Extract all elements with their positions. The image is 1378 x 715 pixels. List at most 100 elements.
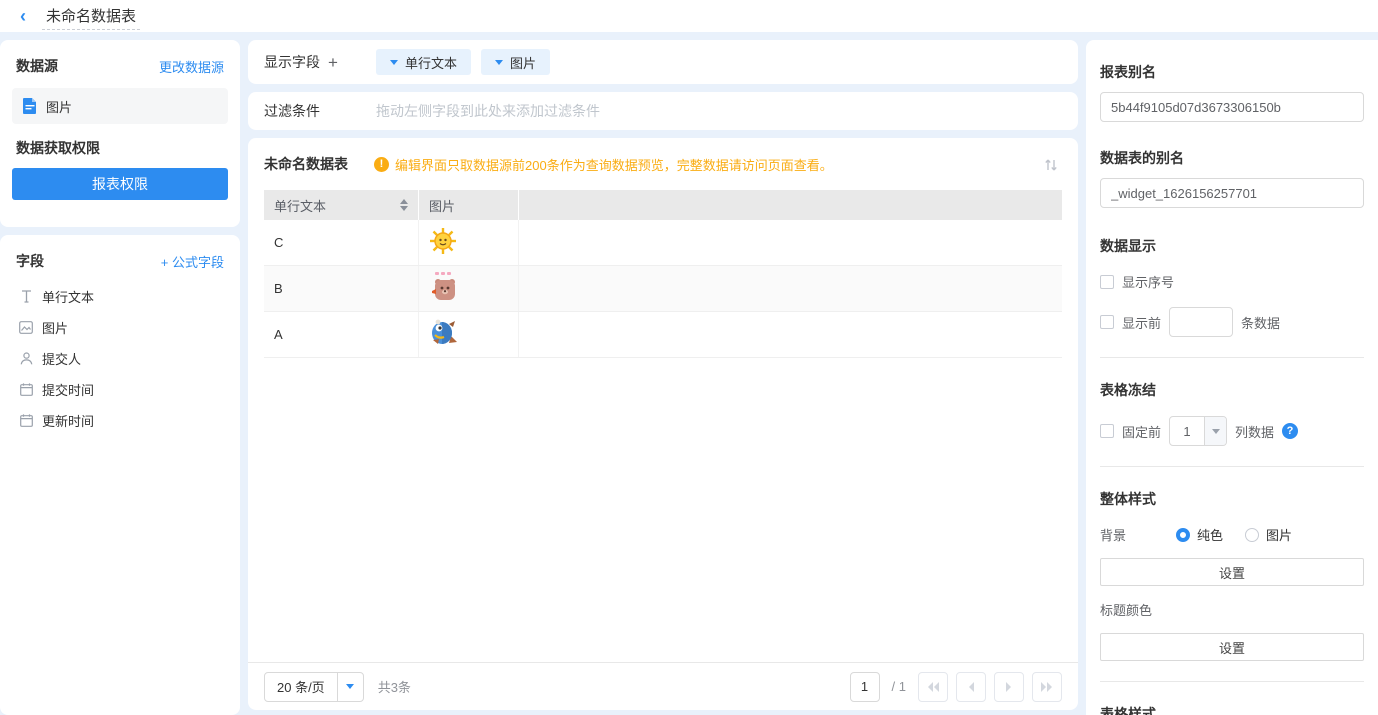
divider [1100, 466, 1364, 467]
settings-panel: 报表别名 数据表的别名 数据显示 显示序号 显示前 条数据 表格冻结 固定前 1… [1086, 40, 1378, 715]
column-header-label: 单行文本 [274, 196, 326, 215]
image-bg-radio[interactable] [1245, 528, 1259, 542]
change-datasource-link[interactable]: 更改数据源 [159, 57, 224, 76]
solid-color-radio[interactable] [1176, 528, 1190, 542]
field-item-label: 单行文本 [42, 287, 94, 306]
field-chip-text[interactable]: 单行文本 [376, 49, 471, 75]
filter-bar[interactable]: 过滤条件 拖动左侧字段到此处来添加过滤条件 [248, 92, 1078, 130]
table-alias-input[interactable] [1100, 178, 1364, 208]
text-icon [18, 289, 34, 305]
datasource-title: 数据源 [16, 56, 58, 76]
warning-text: 编辑界面只取数据源前200条作为查询数据预览，完整数据请访问页面查看。 [395, 155, 833, 174]
background-label: 背景 [1100, 525, 1176, 544]
datasource-item[interactable]: 图片 [12, 88, 228, 124]
chevron-down-icon [495, 60, 503, 65]
warning-icon: ! [374, 157, 389, 172]
first-page-button[interactable] [918, 672, 948, 702]
show-first-suffix: 条数据 [1241, 313, 1280, 332]
filter-placeholder: 拖动左侧字段到此处来添加过滤条件 [376, 101, 600, 121]
current-page-input[interactable]: 1 [850, 672, 880, 702]
image-bg-label: 图片 [1266, 525, 1292, 544]
table-style-title: 表格样式 [1100, 704, 1364, 715]
divider [1100, 357, 1364, 358]
plus-icon: + [161, 255, 169, 270]
field-item-label: 更新时间 [42, 411, 94, 430]
field-item-label: 提交时间 [42, 380, 94, 399]
show-index-label: 显示序号 [1122, 272, 1174, 291]
data-display-title: 数据显示 [1100, 236, 1364, 256]
field-chip-image[interactable]: 图片 [481, 49, 550, 75]
table-row[interactable]: C [264, 220, 1062, 266]
title-color-set-button[interactable]: 设置 [1100, 633, 1364, 661]
column-header-image[interactable]: 图片 [419, 190, 519, 220]
pagination-bar: 20 条/页 共3条 1 / 1 [248, 662, 1078, 710]
sort-carets-icon[interactable] [400, 199, 408, 211]
title-color-label: 标题颜色 [1100, 600, 1364, 619]
field-item-text[interactable]: 单行文本 [0, 281, 240, 312]
overall-style-title: 整体样式 [1100, 489, 1364, 509]
table-row[interactable]: A [264, 312, 1062, 358]
fish-cartoon-image[interactable] [429, 318, 459, 351]
help-icon[interactable]: ? [1282, 423, 1298, 439]
solid-color-label: 纯色 [1197, 525, 1223, 544]
image-icon [18, 320, 34, 336]
total-count: 共3条 [378, 677, 411, 696]
prev-page-button[interactable] [956, 672, 986, 702]
freeze-count-select[interactable]: 1 [1169, 416, 1227, 446]
table-title: 未命名数据表 [264, 154, 348, 174]
column-header-label: 图片 [429, 196, 455, 215]
last-page-button[interactable] [1032, 672, 1062, 702]
freeze-prefix: 固定前 [1122, 422, 1161, 441]
cell-text: B [264, 266, 419, 311]
permission-title: 数据获取权限 [0, 124, 240, 168]
add-formula-field-link[interactable]: + 公式字段 [161, 252, 224, 271]
field-item-update-time[interactable]: 更新时间 [0, 405, 240, 436]
table-alias-title: 数据表的别名 [1100, 148, 1364, 168]
add-display-field-icon[interactable]: + [328, 54, 338, 71]
display-fields-label: 显示字段 [264, 52, 320, 72]
show-index-checkbox[interactable] [1100, 275, 1114, 289]
cell-image [419, 220, 519, 265]
next-page-button[interactable] [994, 672, 1024, 702]
sort-order-icon[interactable] [1038, 152, 1064, 178]
back-icon[interactable]: ‹ [20, 7, 26, 25]
total-pages: / 1 [892, 679, 906, 694]
calendar-icon [18, 413, 34, 429]
freeze-count-value: 1 [1170, 424, 1204, 439]
report-permission-button[interactable]: 报表权限 [12, 168, 228, 200]
page-size-value: 20 条/页 [265, 677, 337, 696]
background-set-button[interactable]: 设置 [1100, 558, 1364, 586]
table-row[interactable]: B [264, 266, 1062, 312]
page-title[interactable]: 未命名数据表 [42, 3, 140, 30]
show-first-checkbox[interactable] [1100, 315, 1114, 329]
freeze-title: 表格冻结 [1100, 380, 1364, 400]
cell-empty [519, 220, 1062, 265]
report-alias-title: 报表别名 [1100, 62, 1364, 82]
file-icon [22, 98, 38, 114]
chip-label: 单行文本 [405, 53, 457, 72]
display-fields-bar: 显示字段 + 单行文本 图片 [248, 40, 1078, 84]
field-item-label: 图片 [42, 318, 68, 337]
user-icon [18, 351, 34, 367]
table-header-row: 单行文本 图片 [264, 190, 1062, 220]
column-header-text[interactable]: 单行文本 [264, 190, 419, 220]
top-bar: ‹ 未命名数据表 [0, 0, 1378, 32]
freeze-checkbox[interactable] [1100, 424, 1114, 438]
sun-cartoon-image[interactable] [429, 227, 457, 258]
cell-text: C [264, 220, 419, 265]
field-item-submit-time[interactable]: 提交时间 [0, 374, 240, 405]
cell-empty [519, 266, 1062, 311]
field-item-image[interactable]: 图片 [0, 312, 240, 343]
datasource-panel: 数据源 更改数据源 图片 数据获取权限 报表权限 [0, 40, 240, 227]
bear-cartoon-image[interactable] [429, 271, 459, 306]
calendar-icon [18, 382, 34, 398]
page-size-select[interactable]: 20 条/页 [264, 672, 364, 702]
field-item-submitter[interactable]: 提交人 [0, 343, 240, 374]
preview-table: 单行文本 图片 C B [264, 190, 1062, 358]
chip-label: 图片 [510, 53, 536, 72]
fields-panel: 字段 + 公式字段 单行文本 图片 提交人 提交时间 更新时间 [0, 235, 240, 715]
report-alias-input[interactable] [1100, 92, 1364, 122]
freeze-suffix: 列数据 [1235, 422, 1274, 441]
show-first-count-input[interactable] [1169, 307, 1233, 337]
formula-field-label: 公式字段 [172, 255, 224, 270]
